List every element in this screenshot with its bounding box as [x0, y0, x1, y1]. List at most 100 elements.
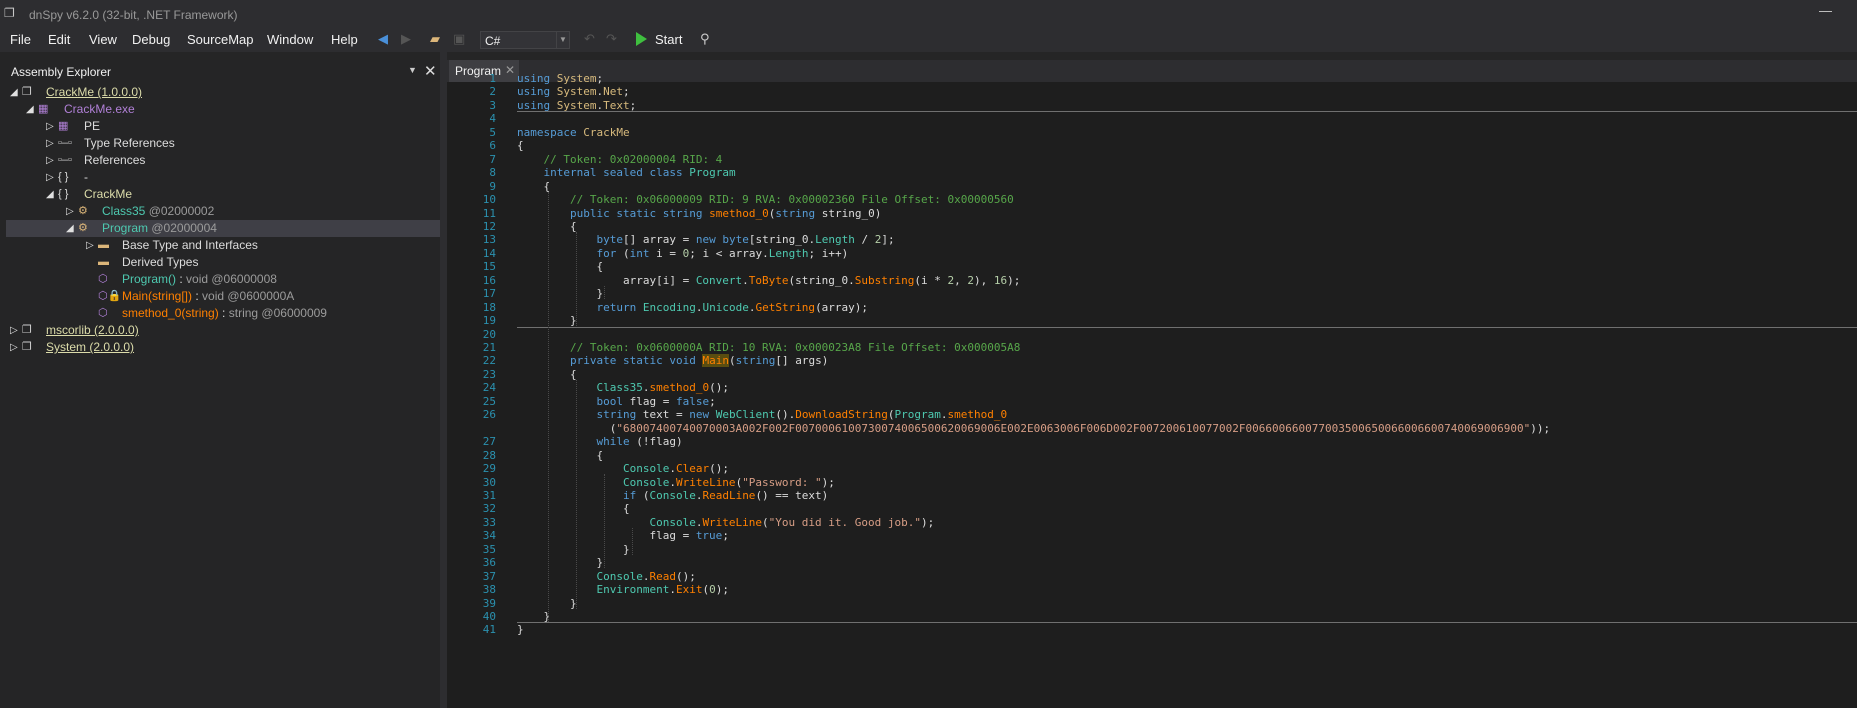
- tree-item-references[interactable]: ▷ ▫–▫ References: [6, 152, 440, 169]
- code-line: using System.Net;: [517, 85, 630, 99]
- code-line: {: [517, 260, 604, 274]
- line-number: 22: [482, 354, 496, 368]
- line-number: 6: [489, 139, 496, 153]
- navigate-forward-icon[interactable]: ▶: [401, 32, 411, 46]
- tree-item-smethod0[interactable]: ⬡ smethod_0(string) : string @06000009: [6, 305, 440, 322]
- code-line: return Encoding.Unicode.GetString(array)…: [596, 300, 869, 314]
- line-number: 20: [482, 327, 496, 341]
- tree-item-crackme-namespace[interactable]: ◢ { } CrackMe: [6, 186, 440, 203]
- indent-guide: [576, 231, 577, 327]
- pane-splitter[interactable]: [440, 52, 447, 708]
- save-icon[interactable]: ▣: [453, 32, 465, 46]
- collapsed-icon[interactable]: ▷: [10, 322, 18, 339]
- indent-guide: [604, 285, 605, 300]
- expanded-icon[interactable]: ◢: [66, 220, 74, 237]
- minimize-button[interactable]: —: [1819, 3, 1832, 18]
- tree-label: Type References: [84, 136, 175, 150]
- navigate-back-icon[interactable]: ◀: [378, 32, 388, 46]
- redo-icon[interactable]: ↷: [606, 32, 617, 46]
- tree-item-crackme-exe[interactable]: ◢ ▦ CrackMe.exe: [6, 101, 440, 118]
- collapsed-icon[interactable]: ▷: [66, 203, 74, 220]
- tree-label: System (2.0.0.0): [46, 340, 135, 354]
- tree-item-type-references[interactable]: ▷ ▫–▫ Type References: [6, 135, 440, 152]
- code-line: Console.WriteLine("Password: ");: [622, 475, 835, 489]
- menu-file[interactable]: File: [10, 32, 31, 47]
- tree-item-empty-namespace[interactable]: ▷ { } -: [6, 169, 440, 186]
- collapsed-icon[interactable]: ▷: [46, 152, 54, 169]
- code-line: string text = new WebClient().DownloadSt…: [596, 408, 1008, 422]
- tree-item-system[interactable]: ▷ ❐ System (2.0.0.0): [6, 339, 440, 356]
- menu-edit[interactable]: Edit: [48, 32, 70, 47]
- expanded-icon[interactable]: ◢: [26, 101, 34, 118]
- collapsed-icon[interactable]: ▷: [46, 118, 54, 135]
- search-icon[interactable]: ⚲: [700, 32, 710, 46]
- tree-item-pe[interactable]: ▷ ▦ PE: [6, 118, 440, 135]
- code-line: bool flag = false;: [596, 394, 716, 408]
- language-select[interactable]: C# ▼: [480, 31, 570, 49]
- tree-label: CrackMe: [84, 187, 133, 201]
- menu-help[interactable]: Help: [331, 32, 358, 47]
- window-title: dnSpy v6.2.0 (32-bit, .NET Framework): [29, 8, 238, 22]
- tree-item-main[interactable]: ⬡🔒 Main(string[]) : void @0600000A: [6, 288, 440, 305]
- assembly-explorer-header: Assembly Explorer ▼ ✕: [6, 60, 440, 82]
- line-number: 27: [482, 435, 496, 449]
- play-icon[interactable]: [636, 32, 647, 46]
- tree-label: -: [84, 170, 88, 184]
- code-line: byte[] array = new byte[string_0.Length …: [596, 233, 895, 247]
- code-line: {: [517, 179, 551, 193]
- pe-icon: ▦: [58, 120, 69, 132]
- line-number: 11: [482, 206, 496, 220]
- tree-item-derived-types[interactable]: ▬ Derived Types: [6, 254, 440, 271]
- collapsed-icon[interactable]: ▷: [46, 169, 54, 186]
- tree-item-class35[interactable]: ▷ ⚙ Class35 @02000002: [6, 203, 440, 220]
- code-line: }: [517, 314, 577, 328]
- tree-label: Derived Types: [122, 255, 199, 269]
- token-label: void @0600000A: [202, 289, 295, 303]
- code-line: }: [517, 610, 551, 623]
- code-line: }: [517, 542, 630, 556]
- expanded-icon[interactable]: ◢: [46, 186, 54, 203]
- menu-window[interactable]: Window: [267, 32, 313, 47]
- expanded-icon[interactable]: ◢: [10, 84, 18, 101]
- line-number: 3: [489, 98, 496, 112]
- tree-label: Base Type and Interfaces: [122, 238, 258, 252]
- code-line: for (int i = 0; i < array.Length; i++): [596, 246, 849, 260]
- code-line: {: [517, 367, 577, 381]
- separator: :: [176, 272, 187, 286]
- assembly-icon: ❐: [22, 86, 32, 98]
- start-button[interactable]: Start: [655, 32, 682, 47]
- code-line: }: [517, 287, 604, 301]
- menu-debug[interactable]: Debug: [132, 32, 170, 47]
- folder-icon: ▬: [98, 239, 109, 251]
- line-number: 29: [482, 462, 496, 476]
- collapsed-icon[interactable]: ▷: [86, 237, 94, 254]
- tree-item-crackme-assembly[interactable]: ◢ ❐ CrackMe (1.0.0.0): [6, 84, 440, 101]
- tree-item-mscorlib[interactable]: ▷ ❐ mscorlib (2.0.0.0): [6, 322, 440, 339]
- line-number: 10: [482, 193, 496, 207]
- close-icon[interactable]: ✕: [505, 63, 515, 77]
- indent-guide: [548, 191, 549, 622]
- collapsed-icon[interactable]: ▷: [10, 339, 18, 356]
- menu-view[interactable]: View: [89, 32, 117, 47]
- tree-label: Program: [102, 221, 149, 235]
- dropdown-icon[interactable]: ▼: [408, 65, 417, 75]
- code-line: internal sealed class Program: [543, 166, 736, 180]
- line-number: 19: [482, 314, 496, 328]
- undo-icon[interactable]: ↶: [584, 32, 595, 46]
- assembly-icon: ❐: [22, 341, 32, 353]
- sep-after-method: [517, 326, 1857, 328]
- line-number: 15: [482, 260, 496, 274]
- tree-item-program-ctor[interactable]: ⬡ Program() : void @06000008: [6, 271, 440, 288]
- tree-item-program[interactable]: ◢ ⚙ Program @02000004: [6, 220, 440, 237]
- tree-label: mscorlib (2.0.0.0): [46, 323, 139, 337]
- code-line: namespace CrackMe: [517, 125, 630, 139]
- open-folder-icon[interactable]: ▰: [430, 32, 440, 46]
- code-line: // Token: 0x0600000A RID: 10 RVA: 0x0000…: [569, 341, 1021, 354]
- tree-item-base-types[interactable]: ▷ ▬ Base Type and Interfaces: [6, 237, 440, 254]
- code-line: }: [517, 556, 604, 570]
- code-line: using System;: [517, 72, 604, 85]
- line-number: 12: [482, 219, 496, 233]
- menu-sourcemap[interactable]: SourceMap: [187, 32, 253, 47]
- close-icon[interactable]: ✕: [424, 62, 437, 80]
- collapsed-icon[interactable]: ▷: [46, 135, 54, 152]
